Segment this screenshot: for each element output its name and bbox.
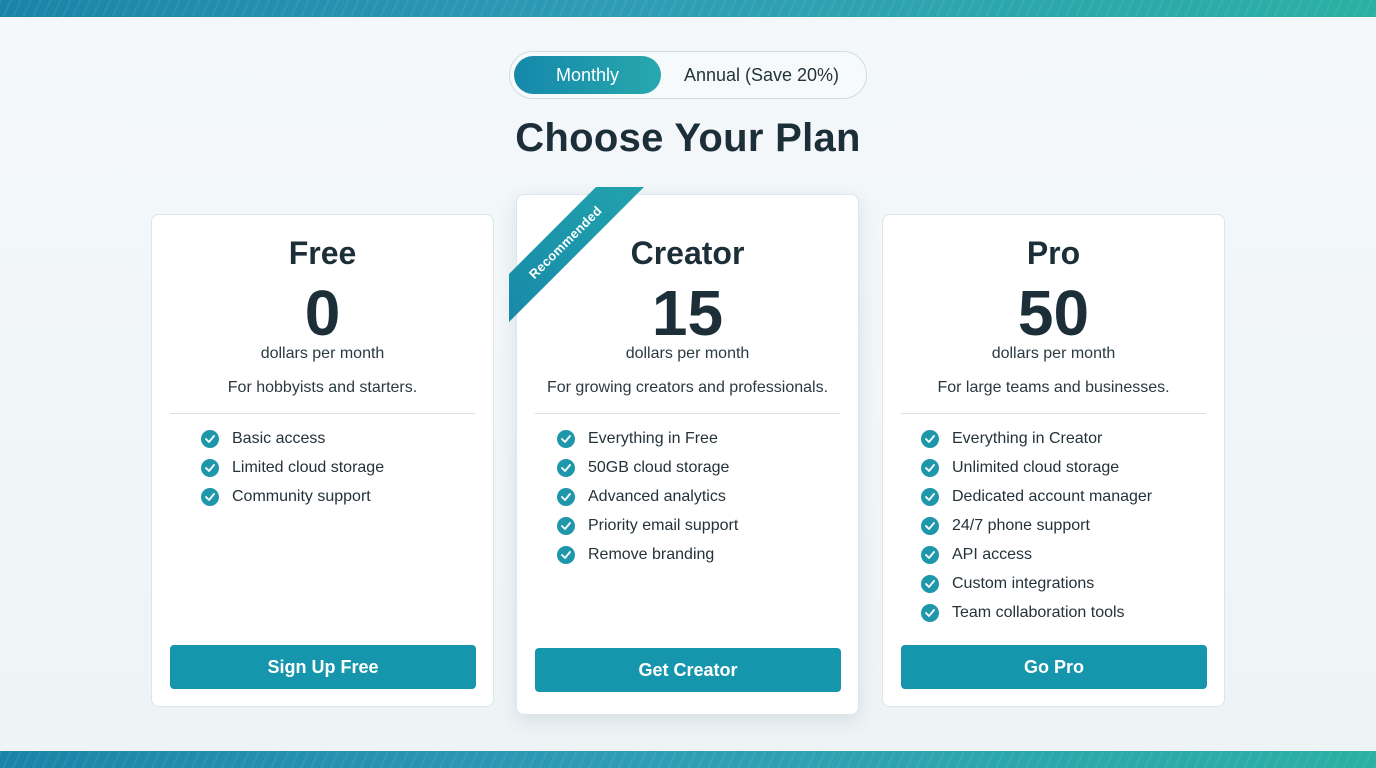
plan-description: For growing creators and professionals.	[546, 379, 829, 396]
billing-toggle[interactable]: Monthly Annual (Save 20%)	[509, 51, 867, 99]
feature-item: 24/7 phone support	[921, 511, 1152, 540]
go-pro-button[interactable]: Go Pro	[901, 645, 1207, 689]
feature-label: 24/7 phone support	[952, 516, 1090, 534]
plan-price: 0	[304, 277, 341, 349]
feature-item: Unlimited cloud storage	[921, 453, 1152, 482]
feature-item: Dedicated account manager	[921, 482, 1152, 511]
feature-item: Team collaboration tools	[921, 598, 1152, 627]
check-icon	[201, 429, 219, 448]
feature-label: Advanced analytics	[588, 487, 726, 505]
feature-item: Remove branding	[557, 540, 738, 569]
check-icon	[921, 429, 939, 448]
check-icon	[921, 487, 939, 506]
plan-period: dollars per month	[991, 345, 1116, 362]
check-icon	[201, 458, 219, 477]
feature-label: Community support	[232, 487, 371, 505]
feature-list: Everything in Creator Unlimited cloud sto…	[921, 424, 1152, 627]
check-icon	[921, 516, 939, 535]
check-icon	[921, 574, 939, 593]
check-icon	[557, 429, 575, 448]
feature-item: Basic access	[201, 424, 384, 453]
check-icon	[557, 545, 575, 564]
feature-item: Priority email support	[557, 511, 738, 540]
plan-period: dollars per month	[625, 345, 750, 362]
feature-label: Remove branding	[588, 545, 715, 563]
check-icon	[557, 516, 575, 535]
feature-label: Dedicated account manager	[952, 487, 1153, 505]
feature-label: Everything in Creator	[952, 429, 1103, 447]
check-icon	[557, 487, 575, 506]
feature-label: Everything in Free	[588, 429, 718, 447]
check-icon	[921, 458, 939, 477]
top-decorative-band	[0, 0, 1376, 17]
feature-label: Limited cloud storage	[232, 458, 385, 476]
get-creator-button[interactable]: Get Creator	[535, 648, 841, 692]
sign-up-free-button[interactable]: Sign Up Free	[170, 645, 476, 689]
check-icon	[921, 603, 939, 622]
feature-label: Basic access	[232, 429, 326, 447]
plan-price: 50	[1017, 277, 1090, 349]
plan-price: 15	[651, 277, 724, 349]
feature-label: API access	[952, 545, 1033, 563]
plan-card-pro: Pro 50 dollars per month For large teams…	[882, 214, 1225, 707]
feature-label: Team collaboration tools	[952, 603, 1125, 621]
feature-item: Custom integrations	[921, 569, 1152, 598]
plan-description: For large teams and businesses.	[937, 379, 1170, 396]
plan-period: dollars per month	[260, 345, 385, 362]
plan-name: Pro	[1026, 235, 1081, 271]
billing-annual-option[interactable]: Annual (Save 20%)	[661, 56, 862, 94]
feature-item: API access	[921, 540, 1152, 569]
feature-item: Community support	[201, 482, 384, 511]
check-icon	[201, 487, 219, 506]
feature-label: Unlimited cloud storage	[952, 458, 1120, 476]
feature-label: 50GB cloud storage	[588, 458, 730, 476]
check-icon	[557, 458, 575, 477]
billing-monthly-option[interactable]: Monthly	[514, 56, 661, 94]
feature-label: Custom integrations	[952, 574, 1095, 592]
divider	[170, 413, 475, 414]
check-icon	[921, 545, 939, 564]
divider	[901, 413, 1206, 414]
feature-item: Everything in Free	[557, 424, 738, 453]
plan-description: For hobbyists and starters.	[227, 379, 418, 396]
plan-name: Creator	[630, 235, 745, 271]
divider	[535, 413, 840, 414]
feature-item: Advanced analytics	[557, 482, 738, 511]
feature-item: Everything in Creator	[921, 424, 1152, 453]
page-title: Choose Your Plan	[515, 116, 861, 160]
plan-card-free: Free 0 dollars per month For hobbyists a…	[151, 214, 494, 707]
plan-card-creator: Recommended Creator 15 dollars per month…	[509, 187, 859, 715]
feature-list: Basic access Limited cloud storage Communi…	[201, 424, 384, 511]
feature-label: Priority email support	[588, 516, 739, 534]
feature-list: Everything in Free 50GB cloud storage Adva…	[557, 424, 738, 569]
bottom-decorative-band	[0, 751, 1376, 768]
plan-name: Free	[288, 235, 357, 271]
feature-item: Limited cloud storage	[201, 453, 384, 482]
feature-item: 50GB cloud storage	[557, 453, 738, 482]
